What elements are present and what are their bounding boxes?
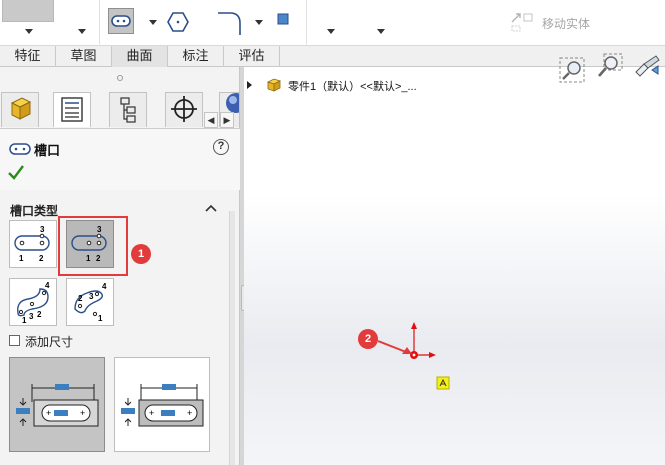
panel-scrollbar[interactable] bbox=[229, 211, 235, 465]
tab-evaluate[interactable]: 评估 bbox=[224, 46, 280, 67]
graphics-area[interactable]: 零件1（默认）<<默认>_... 2 bbox=[244, 53, 665, 465]
slot-point-label: 3 bbox=[89, 292, 94, 301]
chevron-down-icon[interactable] bbox=[24, 26, 34, 36]
tab-feature-manager[interactable] bbox=[1, 92, 39, 127]
three-point-arc-slot-icon: 4 1 3 2 bbox=[17, 281, 50, 325]
part-icon bbox=[266, 78, 282, 92]
part-name-label: 零件1（默认）<<默认>_... bbox=[288, 81, 417, 93]
chevron-down-icon[interactable] bbox=[77, 26, 87, 36]
overall-length-dimension-button[interactable]: + + bbox=[114, 357, 210, 452]
slot-point-label: 2 bbox=[78, 294, 83, 303]
straight-slot-button[interactable]: 3 1 2 bbox=[9, 220, 57, 268]
slot-type-group-title: 槽口类型 bbox=[10, 204, 59, 218]
callout-badge-2: 2 bbox=[358, 329, 378, 349]
tab-dimxpert-manager[interactable] bbox=[165, 92, 203, 127]
callout-badge-1: 1 bbox=[131, 244, 151, 264]
chevron-down-icon[interactable] bbox=[148, 17, 158, 27]
polygon-icon bbox=[167, 12, 189, 32]
coincident-relation-icon[interactable] bbox=[436, 376, 450, 390]
polygon-tool-button[interactable] bbox=[165, 9, 191, 35]
tabs-scroll-right-button[interactable]: ▶ bbox=[220, 112, 234, 128]
toolbar-divider bbox=[99, 0, 100, 46]
selection-highlight-box bbox=[58, 216, 128, 276]
configuration-tree-icon bbox=[120, 97, 136, 123]
slot-point-label: 4 bbox=[45, 281, 50, 290]
property-manager-title: 槽口 bbox=[34, 143, 61, 158]
centerpoint-arc-slot-icon: 4 2 3 1 bbox=[74, 282, 107, 323]
property-manager-panel: ◀ ▶ 槽口 ? 槽口类型 3 1 2 3 1 2 4 1 3 2 4 2 3 … bbox=[0, 67, 240, 465]
slot-tool-button[interactable] bbox=[108, 8, 134, 34]
slot-point-label: 2 bbox=[37, 310, 42, 319]
tabs-scroll-left-button[interactable]: ◀ bbox=[204, 112, 218, 128]
center-to-center-dimension-button[interactable]: + + bbox=[9, 357, 105, 452]
svg-text:+: + bbox=[187, 408, 192, 418]
tab-configuration-manager[interactable] bbox=[109, 92, 147, 127]
panel-grip[interactable] bbox=[117, 75, 123, 81]
slot-point-label: 3 bbox=[29, 312, 34, 321]
fillet-tool-button[interactable] bbox=[216, 9, 242, 35]
previous-view-icon[interactable] bbox=[632, 52, 662, 82]
ok-check-icon[interactable] bbox=[7, 163, 25, 181]
chevron-down-icon[interactable] bbox=[376, 26, 386, 36]
property-list-icon bbox=[61, 97, 83, 122]
chevron-down-icon[interactable] bbox=[326, 26, 336, 36]
centerpoint-arc-slot-button[interactable]: 4 2 3 1 bbox=[66, 278, 114, 326]
move-entity-icon bbox=[511, 13, 533, 32]
move-entity-button[interactable]: 移动实体 bbox=[510, 10, 620, 32]
svg-text:+: + bbox=[80, 408, 85, 418]
tab-sketch[interactable]: 草图 bbox=[56, 46, 112, 67]
tab-surfaces[interactable]: 曲面 bbox=[112, 46, 168, 67]
part-icon bbox=[10, 97, 32, 120]
help-icon[interactable]: ? bbox=[213, 139, 229, 155]
three-point-arc-slot-button[interactable]: 4 1 3 2 bbox=[9, 278, 57, 326]
move-entity-label: 移动实体 bbox=[542, 17, 591, 31]
slot-point-label: 1 bbox=[19, 254, 24, 263]
chevron-down-icon[interactable] bbox=[254, 17, 264, 27]
center-to-center-slot-icon: + + bbox=[16, 384, 99, 427]
toolbar-divider bbox=[306, 0, 307, 46]
tab-property-manager[interactable] bbox=[53, 92, 91, 127]
property-manager-header: 槽口 ? bbox=[0, 128, 240, 190]
expand-arrow-icon[interactable] bbox=[247, 81, 252, 89]
sketch-fillet-icon bbox=[218, 12, 241, 35]
add-dimensions-checkbox[interactable] bbox=[9, 335, 20, 346]
slot-icon bbox=[9, 143, 31, 155]
crosshair-icon bbox=[171, 96, 197, 122]
slot-icon bbox=[111, 15, 131, 27]
point-tool-button[interactable] bbox=[277, 13, 291, 27]
tab-markup[interactable]: 标注 bbox=[168, 46, 224, 67]
appearance-swatch[interactable] bbox=[2, 0, 54, 22]
zoom-to-area-icon[interactable] bbox=[594, 52, 624, 82]
svg-text:+: + bbox=[149, 408, 154, 418]
callout-arrow bbox=[378, 340, 412, 354]
straight-slot-icon: 3 1 2 bbox=[14, 225, 50, 263]
chevron-up-icon[interactable] bbox=[205, 203, 217, 213]
slot-point-label: 2 bbox=[39, 254, 44, 263]
slot-point-label: 1 bbox=[22, 316, 27, 325]
add-dimensions-label: 添加尺寸 bbox=[25, 335, 74, 349]
square-point-icon bbox=[277, 13, 289, 25]
command-toolbar: 移动实体 bbox=[0, 0, 665, 46]
tab-features[interactable]: 特征 bbox=[0, 46, 56, 67]
svg-text:+: + bbox=[46, 408, 51, 418]
overall-length-slot-icon: + + bbox=[121, 384, 204, 427]
slot-point-label: 3 bbox=[40, 225, 45, 234]
slot-point-label: 4 bbox=[102, 282, 107, 291]
slot-point-label: 1 bbox=[98, 314, 103, 323]
